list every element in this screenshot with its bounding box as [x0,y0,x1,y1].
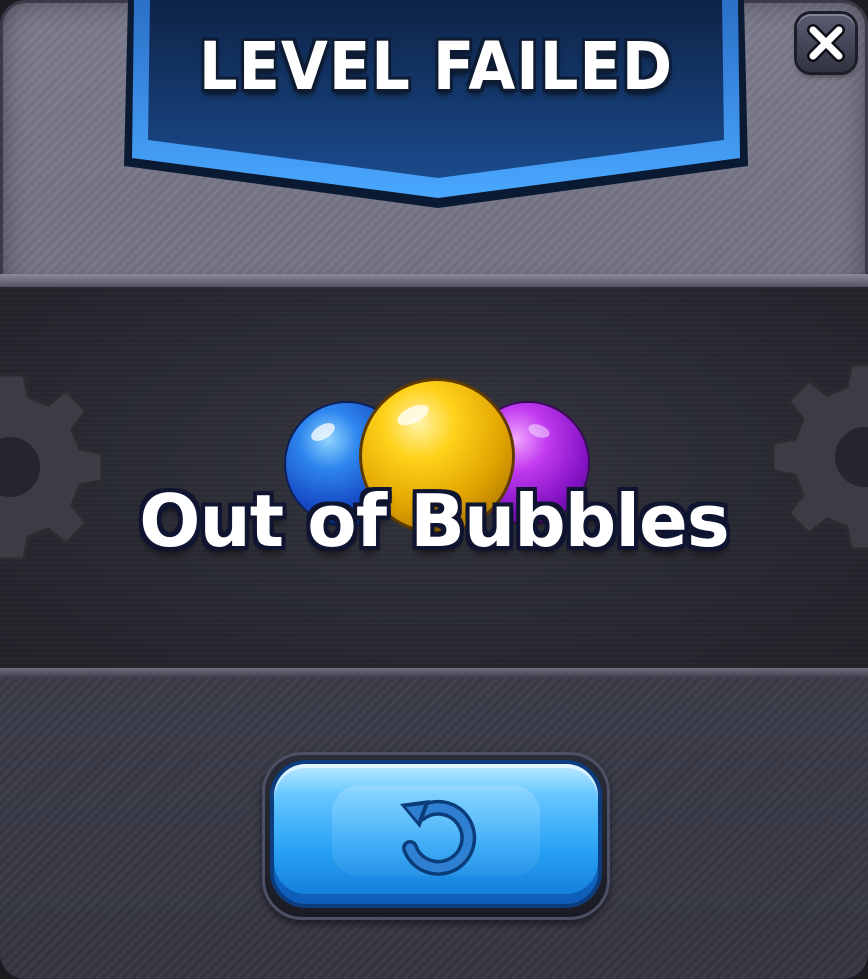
status-message: Out of Bubbles [139,479,729,563]
close-button[interactable] [797,14,855,72]
retry-button[interactable] [274,764,598,904]
close-icon [807,24,845,62]
header-divider [0,274,868,288]
retry-icon [400,799,477,876]
level-failed-dialog: Out of Bubbles LEVEL FAILED [0,0,868,979]
footer-divider [0,668,868,678]
page-title: LEVEL FAILED [198,28,674,105]
title-banner: LEVEL FAILED [120,0,752,214]
message-area: Out of Bubbles [0,287,868,672]
